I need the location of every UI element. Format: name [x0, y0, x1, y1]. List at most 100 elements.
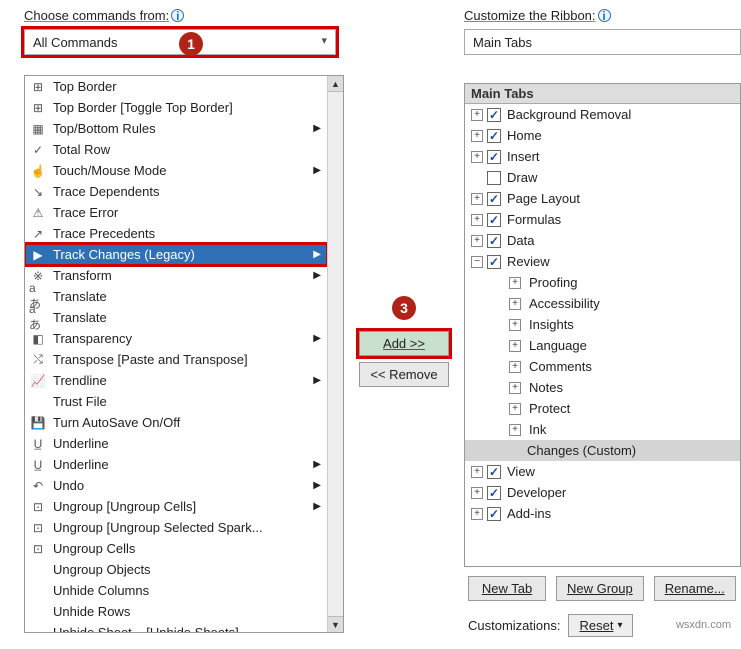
expand-toggle-icon[interactable]: + [509, 382, 521, 394]
checkbox[interactable] [487, 507, 501, 521]
tree-tab-row[interactable]: +Add-ins [465, 503, 740, 524]
tree-group-row[interactable]: +Accessibility [465, 293, 740, 314]
checkbox[interactable] [487, 486, 501, 500]
tree-tab-row[interactable]: +Developer [465, 482, 740, 503]
tree-tab-row[interactable]: +Home [465, 125, 740, 146]
command-item[interactable]: Trust File [25, 391, 327, 412]
expand-toggle-icon[interactable]: + [509, 424, 521, 436]
checkbox[interactable] [487, 192, 501, 206]
command-label: Trendline [53, 373, 327, 388]
expand-toggle-icon[interactable]: + [509, 403, 521, 415]
command-item[interactable]: aあTranslate [25, 286, 327, 307]
tree-group-row[interactable]: +Comments [465, 356, 740, 377]
command-item[interactable]: Unhide Rows [25, 601, 327, 622]
tree-group-row[interactable]: +Language [465, 335, 740, 356]
command-item[interactable]: Unhide Sheet... [Unhide Sheets] [25, 622, 327, 633]
command-item[interactable]: ↗Trace Precedents [25, 223, 327, 244]
customize-ribbon-label: Customize the Ribbon: i [464, 8, 741, 23]
expand-toggle-icon[interactable]: − [471, 256, 483, 268]
tree-tab-row[interactable]: +View [465, 461, 740, 482]
expand-toggle-icon[interactable]: + [509, 277, 521, 289]
tree-group-row[interactable]: +Ink [465, 419, 740, 440]
expand-toggle-icon[interactable]: + [471, 109, 483, 121]
tree-group-label: Protect [529, 401, 570, 416]
ribbon-dropdown-value: Main Tabs [473, 35, 532, 50]
tree-tab-row[interactable]: −Review [465, 251, 740, 272]
command-item[interactable]: 📈Trendline▶ [25, 370, 327, 391]
checkbox[interactable] [487, 213, 501, 227]
command-item[interactable]: U̲Underline [25, 433, 327, 454]
expand-toggle-icon[interactable]: + [471, 508, 483, 520]
expand-toggle-icon[interactable]: + [471, 466, 483, 478]
command-item[interactable]: ⊡Ungroup [Ungroup Cells]▶ [25, 496, 327, 517]
ribbon-tree[interactable]: Main Tabs +Background Removal+Home+Inser… [464, 83, 741, 567]
command-item[interactable]: aあTranslate [25, 307, 327, 328]
reset-button[interactable]: Reset ▾ [568, 614, 633, 637]
command-item[interactable]: ▦Top/Bottom Rules▶ [25, 118, 327, 139]
expand-toggle-icon[interactable]: + [509, 361, 521, 373]
command-item[interactable]: Ungroup Objects [25, 559, 327, 580]
checkbox[interactable] [487, 234, 501, 248]
checkbox[interactable] [487, 108, 501, 122]
remove-button[interactable]: << Remove [359, 362, 449, 387]
checkbox[interactable] [487, 150, 501, 164]
scroll-up-icon[interactable]: ▲ [328, 76, 343, 92]
add-button[interactable]: Add >> [359, 331, 449, 356]
command-icon [29, 562, 47, 578]
command-item[interactable]: ◧Transparency▶ [25, 328, 327, 349]
tree-group-row[interactable]: + Protect [465, 398, 740, 419]
expand-toggle-icon[interactable]: + [471, 130, 483, 142]
tree-tab-row[interactable]: +Page Layout [465, 188, 740, 209]
info-icon[interactable]: i [171, 9, 184, 22]
command-item[interactable]: U̲Underline▶ [25, 454, 327, 475]
choose-commands-label: Choose commands from: i [24, 8, 344, 23]
info-icon[interactable]: i [598, 9, 611, 22]
command-item[interactable]: ↘Trace Dependents [25, 181, 327, 202]
checkbox[interactable] [487, 465, 501, 479]
tree-group-row[interactable]: + Insights [465, 314, 740, 335]
tree-tab-row[interactable]: +Background Removal [465, 104, 740, 125]
commands-listbox[interactable]: ⊞Top Border⊞Top Border [Toggle Top Borde… [24, 75, 344, 633]
checkbox[interactable] [487, 255, 501, 269]
new-group-button[interactable]: New Group [556, 576, 644, 601]
command-item[interactable]: ⊡Ungroup [Ungroup Selected Spark... [25, 517, 327, 538]
scroll-down-icon[interactable]: ▼ [328, 616, 343, 632]
command-item[interactable]: ⤭Transpose [Paste and Transpose] [25, 349, 327, 370]
command-item[interactable]: ▶Track Changes (Legacy)▶ [25, 244, 327, 265]
command-item[interactable]: 💾Turn AutoSave On/Off [25, 412, 327, 433]
tree-group-label: Insights [529, 317, 574, 332]
tree-tab-row[interactable]: Draw [465, 167, 740, 188]
expand-toggle-icon[interactable]: + [471, 235, 483, 247]
expand-toggle-icon[interactable]: + [509, 340, 521, 352]
command-item[interactable]: ⊡Ungroup Cells [25, 538, 327, 559]
expand-toggle-icon[interactable]: + [471, 214, 483, 226]
expand-toggle-icon[interactable]: + [509, 298, 521, 310]
command-item[interactable]: ↶Undo▶ [25, 475, 327, 496]
command-icon: ↶ [29, 478, 47, 494]
scrollbar[interactable]: ▲ ▼ [327, 76, 343, 632]
chevron-down-icon: ▾ [617, 620, 622, 631]
tree-tab-row[interactable]: + Formulas [465, 209, 740, 230]
command-item[interactable]: ⚠Trace Error [25, 202, 327, 223]
command-item[interactable]: ⊞Top Border [25, 76, 327, 97]
tree-tab-label: Formulas [507, 212, 561, 227]
rename-button[interactable]: Rename... [654, 576, 736, 601]
expand-toggle-icon[interactable]: + [509, 319, 521, 331]
command-item[interactable]: ⊞Top Border [Toggle Top Border] [25, 97, 327, 118]
expand-toggle-icon[interactable]: + [471, 151, 483, 163]
command-item[interactable]: Unhide Columns [25, 580, 327, 601]
tree-group-row[interactable]: Changes (Custom) [465, 440, 740, 461]
checkbox[interactable] [487, 171, 501, 185]
expand-toggle-icon[interactable]: + [471, 487, 483, 499]
expand-toggle-icon[interactable]: + [471, 193, 483, 205]
tree-tab-row[interactable]: +Data [465, 230, 740, 251]
command-item[interactable]: ※Transform▶ [25, 265, 327, 286]
checkbox[interactable] [487, 129, 501, 143]
command-item[interactable]: ✓Total Row [25, 139, 327, 160]
ribbon-dropdown[interactable]: Main Tabs [464, 29, 741, 55]
command-item[interactable]: ☝Touch/Mouse Mode▶ [25, 160, 327, 181]
tree-tab-row[interactable]: +Insert [465, 146, 740, 167]
new-tab-button[interactable]: New Tab [468, 576, 546, 601]
tree-group-row[interactable]: +Proofing [465, 272, 740, 293]
tree-group-row[interactable]: +Notes [465, 377, 740, 398]
